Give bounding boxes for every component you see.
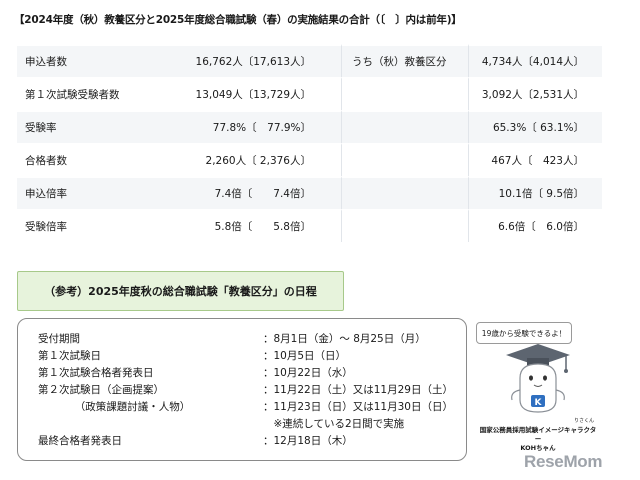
results-table: 申込者数 16,762人〔17,613人〕 うち（秋）教養区分 4,734人〔4… — [17, 44, 602, 242]
schedule-key: 第２次試験日（企画提案） — [38, 384, 164, 396]
page-title: 【2024年度（秋）教養区分と2025年度総合職試験（春）の実施結果の合計（〔 … — [14, 14, 462, 26]
sub-label — [341, 77, 468, 110]
sub-value: 6.6倍〔 6.0倍〕 — [468, 209, 602, 242]
row-label: 受験倍率 — [17, 209, 155, 242]
schedule-heading: （参考）2025年度秋の総合職試験「教養区分」の日程 — [17, 271, 344, 311]
caption-line2: KOHちゃん — [520, 444, 556, 452]
total-value: 77.8%〔 77.9%〕 — [155, 110, 341, 143]
schedule-value: ：8月1日（金）～ 8月25日（月） — [263, 333, 426, 345]
schedule-box: 受付期間 ：8月1日（金）～ 8月25日（月） 第１次試験日 ：10月5日（日）… — [17, 318, 467, 461]
mascot-badge-letter: K — [535, 398, 543, 408]
sub-label — [341, 110, 468, 143]
schedule-key: 第１次試験日 — [38, 350, 101, 362]
speech-bubble: 19歳から受験できるよ！ — [476, 322, 572, 344]
schedule-key: 最終合格者発表日 — [38, 435, 122, 447]
sub-label — [341, 176, 468, 209]
schedule-key: 第１次試験合格者発表日 — [38, 367, 154, 379]
row-label: 申込者数 — [17, 44, 155, 77]
table-row: 受験率 77.8%〔 77.9%〕 65.3%〔 63.1%〕 — [17, 110, 602, 143]
row-label: 第１次試験受験者数 — [17, 77, 155, 110]
schedule-value: ：11月22日（土）又は11月29日（土） — [263, 384, 453, 396]
caption-ruby: りさくん — [573, 418, 594, 424]
schedule-note: ※連続している2日間で実施 — [263, 418, 405, 430]
resemom-logo: ReseMom — [524, 452, 603, 471]
sub-value: 65.3%〔 63.1%〕 — [468, 110, 602, 143]
total-value: 7.4倍〔 7.4倍〕 — [155, 176, 341, 209]
sub-value: 4,734人〔4,014人〕 — [468, 44, 602, 77]
table-row: 申込倍率 7.4倍〔 7.4倍〕 10.1倍〔 9.5倍〕 — [17, 176, 602, 209]
total-value: 16,762人〔17,613人〕 — [155, 44, 341, 77]
schedule-key: （政策課題討議・人物） — [38, 401, 191, 413]
schedule-value: ：10月5日（日） — [263, 350, 347, 362]
table-row: 合格者数 2,260人〔 2,376人〕 467人〔 423人〕 — [17, 143, 602, 176]
total-value: 13,049人〔13,729人〕 — [155, 77, 341, 110]
table-row: 第１次試験受験者数 13,049人〔13,729人〕 3,092人〔2,531人… — [17, 77, 602, 110]
sub-label — [341, 143, 468, 176]
row-label: 受験率 — [17, 110, 155, 143]
sub-label — [341, 209, 468, 242]
mascot-illustration: K — [506, 344, 570, 413]
mascot-caption: りさくん 国家公務員採用試験イメージキャラクター KOHちゃん — [478, 417, 598, 453]
table-row: 受験倍率 5.8倍〔 5.8倍〕 6.6倍〔 6.0倍〕 — [17, 209, 602, 242]
caption-line1: 国家公務員採用試験イメージキャラクター — [479, 426, 597, 443]
sub-value: 467人〔 423人〕 — [468, 143, 602, 176]
table-row: 申込者数 16,762人〔17,613人〕 うち（秋）教養区分 4,734人〔4… — [17, 44, 602, 77]
total-value: 5.8倍〔 5.8倍〕 — [155, 209, 341, 242]
row-label: 申込倍率 — [17, 176, 155, 209]
schedule-value: ：10月22日（水） — [263, 367, 353, 379]
row-label: 合格者数 — [17, 143, 155, 176]
sub-label: うち（秋）教養区分 — [341, 44, 468, 77]
total-value: 2,260人〔 2,376人〕 — [155, 143, 341, 176]
sub-value: 10.1倍〔 9.5倍〕 — [468, 176, 602, 209]
schedule-key: 受付期間 — [38, 333, 80, 345]
schedule-value: ：12月18日（木） — [263, 435, 353, 447]
schedule-value: ：11月23日（日）又は11月30日（日） — [263, 401, 453, 413]
sub-value: 3,092人〔2,531人〕 — [468, 77, 602, 110]
